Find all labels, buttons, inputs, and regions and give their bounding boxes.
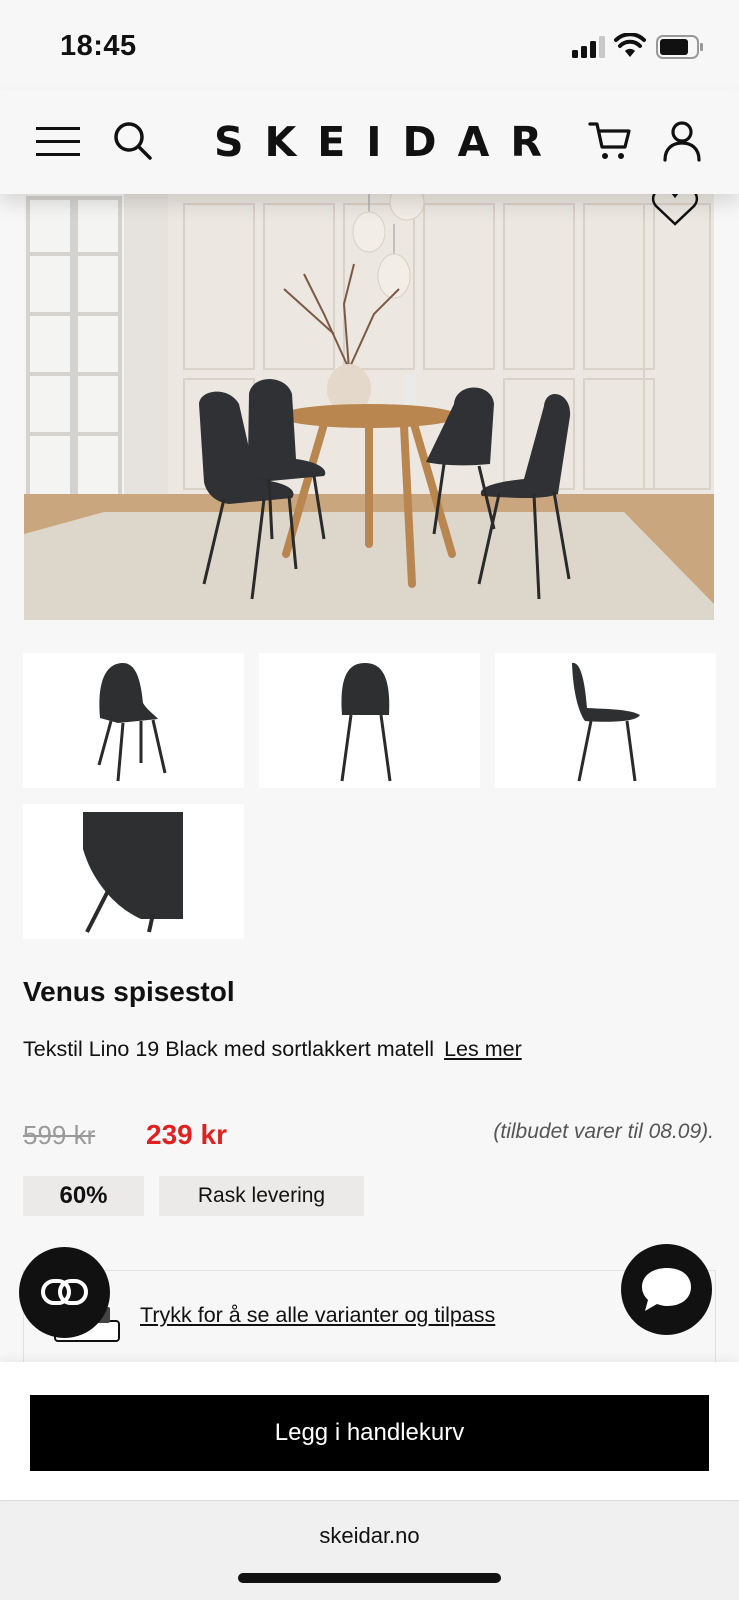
chat-icon [642,1268,691,1311]
chat-button[interactable] [621,1244,712,1335]
browser-url-bar[interactable]: skeidar.no [0,1500,739,1600]
description-text: Tekstil Lino 19 Black med sortlakkert ma… [23,1037,435,1061]
search-icon[interactable] [112,120,154,162]
old-price: 599 kr [23,1120,96,1150]
cart-icon[interactable] [588,120,632,162]
sale-price: 239 kr [146,1119,227,1150]
fast-delivery-badge: Rask levering [159,1176,364,1216]
user-icon[interactable] [662,120,702,162]
compare-button[interactable] [19,1247,110,1338]
home-indicator[interactable] [238,1573,501,1583]
menu-icon[interactable] [36,126,82,158]
chair-detail-image [83,812,183,933]
status-time: 18:45 [60,30,137,62]
add-to-cart-bar: Legg i handlekurv [0,1362,739,1500]
site-header: SKEIDAR [0,90,739,194]
site-logo[interactable]: SKEIDAR [214,114,542,170]
add-to-cart-button[interactable]: Legg i handlekurv [30,1395,709,1471]
status-bar: 18:45 [0,0,739,90]
offer-validity-note: (tilbudet varer til 08.09). [493,1120,714,1143]
read-more-link[interactable]: Les mer [444,1037,522,1061]
chair-front-image [340,663,392,782]
signal-icon [572,36,605,58]
discount-badge: 60% [23,1176,144,1216]
thumbnail-1[interactable] [23,653,244,788]
product-title: Venus spisestol [23,976,235,1007]
product-description: Tekstil Lino 19 Black med sortlakkert ma… [23,1032,583,1067]
url-text[interactable]: skeidar.no [0,1523,739,1549]
wifi-icon [614,33,646,57]
variants-card[interactable]: Trykk for å se alle varianter og tilpass [23,1270,716,1362]
heart-icon[interactable] [650,190,700,226]
battery-icon [656,35,703,59]
thumbnail-4[interactable] [23,804,244,939]
thumbnail-3[interactable] [495,653,716,788]
variants-link[interactable]: Trykk for å se alle varianter og tilpass [140,1303,495,1328]
product-hero-image[interactable] [24,194,714,620]
thumbnail-2[interactable] [259,653,480,788]
chair-side-image [572,662,640,782]
chair-front-angled-image [97,663,167,782]
compare-icon [41,1279,88,1305]
